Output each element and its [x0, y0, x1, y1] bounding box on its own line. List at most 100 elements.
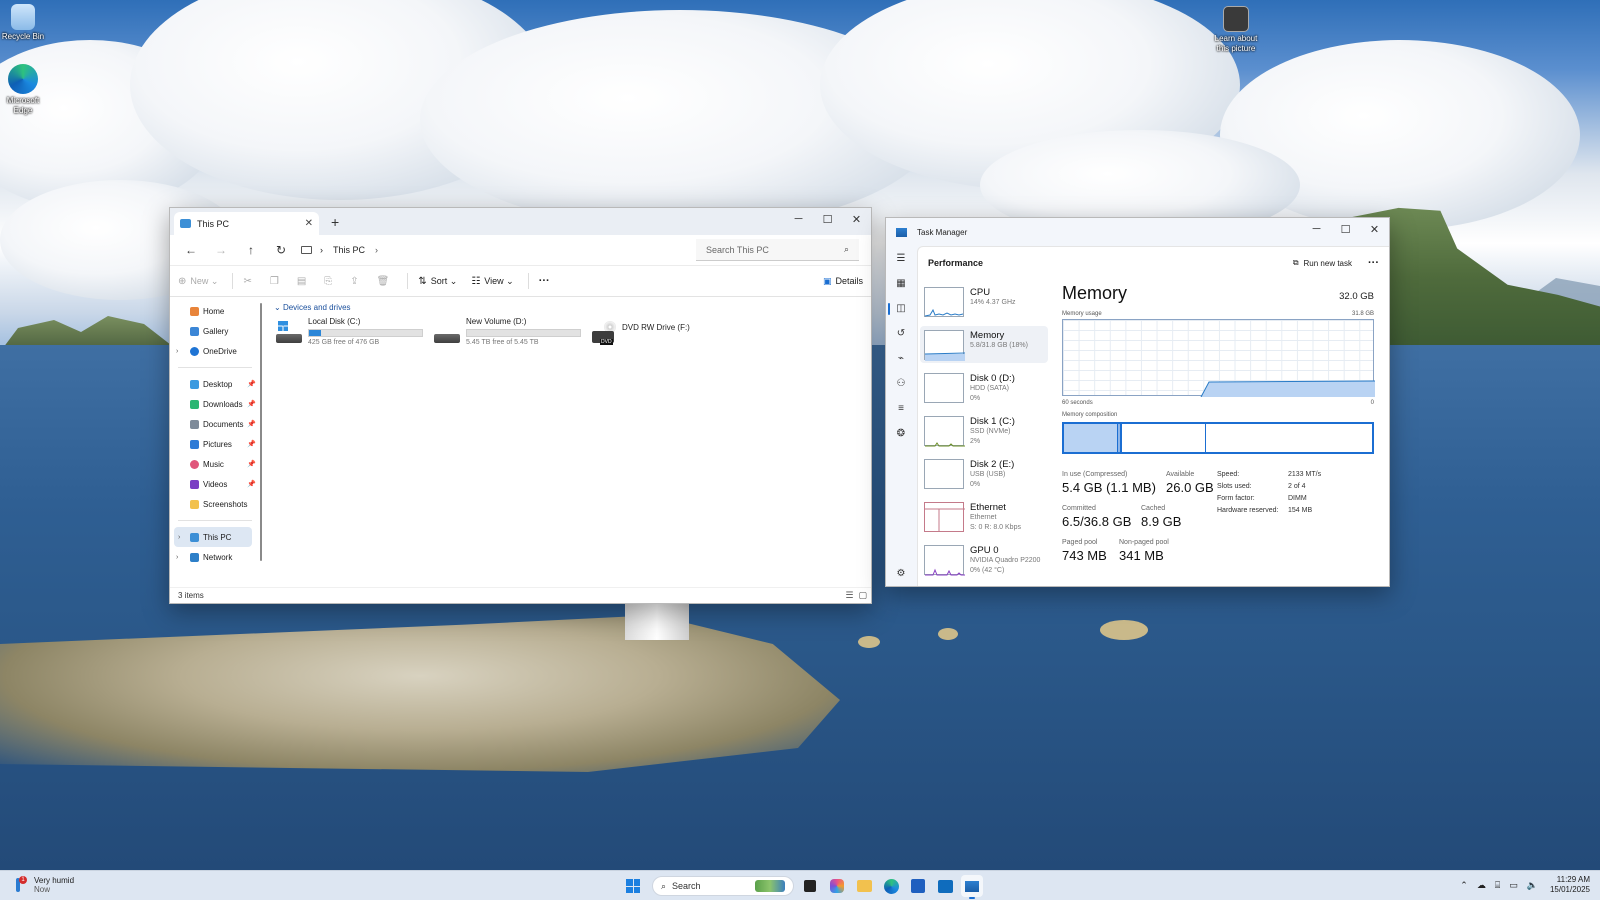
drive-f[interactable]: DVD DVD RW Drive (F:) [592, 319, 690, 351]
tab-this-pc[interactable]: This PC ✕ [174, 212, 319, 235]
weather-widget[interactable]: 1 Very humid Now [12, 876, 74, 894]
resource-detail: NVIDIA Quadro P2200 [970, 557, 1041, 564]
users-icon[interactable]: ⚇ [886, 371, 916, 396]
sidebar-item-screenshots[interactable]: Screenshots [170, 494, 258, 514]
close-tab-icon[interactable]: ✕ [305, 218, 313, 229]
sort-button[interactable]: ⇅ Sort ⌄ [418, 276, 457, 287]
chevron-right-icon[interactable]: › [178, 534, 180, 541]
sidebar-item-pictures[interactable]: Pictures 📌 [170, 434, 258, 454]
minimize-button[interactable]: ─ [784, 208, 813, 230]
maximize-button[interactable]: ☐ [1331, 218, 1360, 240]
onedrive-cloud-icon[interactable]: ☁ [1477, 880, 1486, 891]
resource-gpu-0[interactable]: GPU 0 NVIDIA Quadro P2200 0% (42 °C) [920, 541, 1048, 584]
gpu-sparkline [924, 545, 965, 576]
sidebar-item-this-pc[interactable]: › This PC [174, 527, 252, 547]
chevron-right-icon[interactable]: › [375, 245, 378, 255]
resource-cpu[interactable]: CPU 14% 4.37 GHz [920, 283, 1048, 326]
delete-button[interactable]: 🗑 [377, 276, 394, 287]
paste-button[interactable]: ▤ [297, 276, 310, 287]
sidebar-item-music[interactable]: Music 📌 [170, 454, 258, 474]
memory-composition-bar [1062, 422, 1374, 454]
file-explorer-icon[interactable] [853, 875, 875, 897]
processes-icon[interactable]: ▦ [886, 271, 916, 296]
stat-label: In use (Compressed) [1062, 471, 1128, 478]
sidebar-item-onedrive[interactable]: › OneDrive [170, 341, 258, 361]
outlook-icon[interactable] [934, 875, 956, 897]
new-tab-button[interactable]: + [331, 214, 339, 230]
resource-memory[interactable]: Memory 5.8/31.8 GB (18%) [920, 326, 1048, 363]
clock[interactable]: 11:29 AM 15/01/2025 [1550, 875, 1590, 895]
battery-icon[interactable]: ▭ [1509, 880, 1518, 891]
run-new-task-button[interactable]: ⧉ Run new task [1293, 258, 1352, 268]
sidebar-item-network[interactable]: › Network [170, 547, 258, 567]
divider [178, 520, 252, 521]
resource-disk-2[interactable]: Disk 2 (E:) USB (USB) 0% [920, 455, 1048, 498]
details-view-icon[interactable]: ☰ [845, 590, 853, 600]
search-input[interactable]: Search This PC ⌕ [696, 239, 859, 261]
cut-button[interactable]: ✂ [243, 276, 255, 287]
download-icon [190, 399, 199, 409]
back-button[interactable]: ← [176, 243, 206, 257]
app-history-icon[interactable]: ↺ [886, 321, 916, 346]
task-manager-taskbar-icon[interactable] [961, 875, 983, 899]
resource-detail: SSD (NVMe) [970, 428, 1011, 435]
detail-title: Memory [1062, 283, 1128, 303]
network-icon[interactable]: ⌸ [1495, 880, 1500, 891]
refresh-button[interactable]: ↻ [266, 243, 296, 257]
maximize-button[interactable]: ☐ [813, 208, 842, 230]
volume-icon[interactable]: 🔈 [1527, 880, 1538, 891]
breadcrumb[interactable]: This PC [333, 245, 365, 255]
resource-disk-1[interactable]: Disk 1 (C:) SSD (NVMe) 2% [920, 412, 1048, 455]
scrollbar[interactable] [260, 303, 262, 561]
slots-value: 2 of 4 [1288, 483, 1306, 490]
learn-about-picture-icon[interactable]: Learn about this picture [1213, 6, 1259, 54]
recycle-bin-icon[interactable]: Recycle Bin [0, 4, 46, 42]
task-view-icon[interactable] [799, 875, 821, 897]
sidebar-item-documents[interactable]: Documents 📌 [170, 414, 258, 434]
group-header[interactable]: ⌄ Devices and drives [274, 303, 871, 312]
sidebar-item-desktop[interactable]: Desktop 📌 [170, 374, 258, 394]
rename-button[interactable]: ⎘ [324, 276, 336, 287]
taskbar-search[interactable]: ⌕ Search [652, 876, 794, 896]
drive-c[interactable]: Local Disk (C:) 425 GB free of 476 GB [276, 317, 423, 349]
start-button[interactable] [622, 875, 644, 897]
store-icon[interactable] [907, 875, 929, 897]
startup-apps-icon[interactable]: ⌁ [886, 346, 916, 371]
sidebar-item-home[interactable]: Home [170, 301, 258, 321]
new-button[interactable]: ⊕ New ⌄ [178, 276, 218, 287]
microsoft-edge-icon[interactable]: Microsoft Edge [0, 64, 46, 116]
resource-usage: 0% (42 °C) [970, 567, 1005, 574]
sidebar-item-downloads[interactable]: Downloads 📌 [170, 394, 258, 414]
details-icon[interactable]: ≡ [886, 396, 916, 421]
drive-d[interactable]: New Volume (D:) 5.45 TB free of 5.45 TB [434, 317, 581, 349]
chevron-up-icon[interactable]: ⌃ [1460, 880, 1468, 891]
close-button[interactable]: ✕ [1360, 218, 1389, 240]
hamburger-menu-icon[interactable]: ☰ [886, 246, 916, 271]
performance-icon[interactable]: ◫ [886, 296, 916, 321]
minimize-button[interactable]: ─ [1302, 218, 1331, 240]
sidebar-item-gallery[interactable]: Gallery [170, 321, 258, 341]
view-button[interactable]: ☷ View ⌄ [471, 276, 513, 287]
tiles-view-icon[interactable]: ▢ [858, 590, 867, 600]
copy-button[interactable]: ❐ [270, 276, 283, 287]
chevron-right-icon[interactable]: › [176, 348, 178, 355]
settings-gear-icon[interactable]: ⚙ [886, 561, 916, 586]
resource-disk-0[interactable]: Disk 0 (D:) HDD (SATA) 0% [920, 369, 1048, 412]
form-factor-label: Form factor: [1217, 495, 1255, 502]
sidebar-item-videos[interactable]: Videos 📌 [170, 474, 258, 494]
see-more-button[interactable]: ··· [539, 275, 550, 287]
chevron-right-icon[interactable]: › [176, 554, 178, 561]
services-icon[interactable]: ❂ [886, 421, 916, 446]
address-bar[interactable]: › This PC › [298, 239, 698, 261]
copilot-icon[interactable] [826, 875, 848, 897]
resource-ethernet[interactable]: Ethernet Ethernet S: 0 R: 8.0 Kbps [920, 498, 1048, 541]
graph-time-right: 0 [1370, 400, 1374, 406]
edge-icon[interactable] [880, 875, 902, 897]
forward-button[interactable]: → [206, 243, 236, 257]
close-button[interactable]: ✕ [842, 208, 871, 230]
share-button[interactable]: ⇪ [350, 276, 362, 287]
more-options-button[interactable]: ··· [1368, 257, 1379, 269]
rock [938, 628, 958, 640]
details-button[interactable]: ▣ Details [823, 276, 863, 287]
up-button[interactable]: ↑ [236, 243, 266, 257]
